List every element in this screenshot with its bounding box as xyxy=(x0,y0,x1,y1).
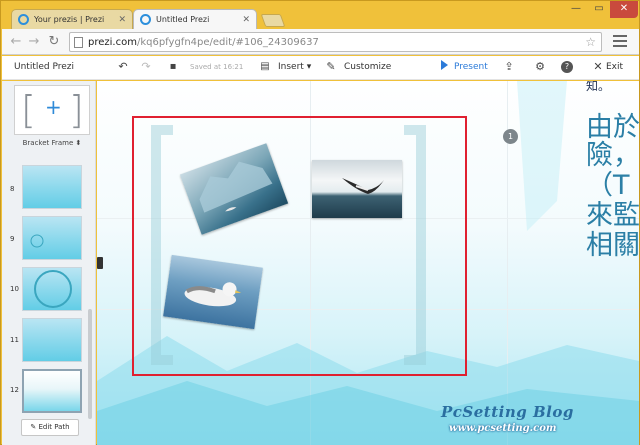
slide-thumbnail[interactable] xyxy=(22,318,82,362)
canvas-text-fragment[interactable]: 知。 xyxy=(586,81,610,99)
slide-circle-icon xyxy=(34,270,72,308)
new-tab-button[interactable] xyxy=(260,14,286,27)
prezi-favicon-icon xyxy=(140,14,151,25)
saved-status: Saved at 16:21 xyxy=(190,63,244,71)
page-icon xyxy=(74,37,83,48)
close-tab-icon[interactable]: ✕ xyxy=(118,10,126,29)
bracket-left-icon: [ xyxy=(21,88,36,132)
path-sidebar: [ + ] Bracket Frame ⬍ 8 9 10 11 12 ✎ Edi… xyxy=(2,81,96,445)
tab-label: Your prezis | Prezi xyxy=(34,15,105,24)
settings-gear-icon[interactable]: ⚙ xyxy=(533,60,547,74)
slide-number: 10 xyxy=(10,285,19,293)
canvas-text-line[interactable]: （T xyxy=(586,172,630,199)
prezi-canvas[interactable]: 1 知。 由於 險， （T 來監 相關 xyxy=(97,81,639,445)
present-button[interactable]: Present xyxy=(441,56,488,79)
prezi-toolbar: Untitled Prezi ↶ ↷ ▪ Saved at 16:21 ▤ In… xyxy=(2,56,639,80)
exit-icon[interactable]: ✕ xyxy=(591,60,605,74)
slide-number: 8 xyxy=(10,185,15,193)
highlight-rectangle xyxy=(132,116,467,376)
canvas-text-line[interactable]: 來監 xyxy=(586,202,639,229)
frame-type-preview[interactable]: [ + ] xyxy=(14,85,90,135)
close-tab-icon[interactable]: ✕ xyxy=(242,10,250,29)
slide-number: 12 xyxy=(10,386,19,394)
tab-untitled-prezi[interactable]: Untitled Prezi ✕ xyxy=(133,9,257,29)
sidebar-scrollbar[interactable] xyxy=(88,309,92,419)
slide-thumbnail[interactable] xyxy=(22,216,82,260)
bookmark-star-icon[interactable]: ☆ xyxy=(585,33,596,51)
slide-number: 9 xyxy=(10,235,15,243)
address-bar[interactable]: prezi.com/kq6pfygfn4pe/edit/#106_2430963… xyxy=(69,32,602,52)
slide-thumbnail-selected[interactable] xyxy=(22,369,82,413)
watermark: PcSetting Blog www.pcsetting.com xyxy=(441,403,574,434)
canvas-text-line[interactable]: 相關 xyxy=(586,232,639,259)
close-window-button[interactable]: ✕ xyxy=(610,1,638,18)
back-arrow-icon[interactable]: ← xyxy=(8,34,24,50)
add-frame-icon[interactable]: + xyxy=(45,97,62,117)
prezi-favicon-icon xyxy=(18,14,29,25)
watermark-url: www.pcsetting.com xyxy=(449,423,557,434)
slide-thumbnail[interactable] xyxy=(22,267,82,311)
prezi-title[interactable]: Untitled Prezi xyxy=(14,56,74,79)
path-marker[interactable]: 1 xyxy=(503,129,518,144)
url-text: prezi.com/kq6pfygfn4pe/edit/#106_2430963… xyxy=(88,37,319,48)
bracket-right-icon: ] xyxy=(69,88,84,132)
customize-button[interactable]: Customize xyxy=(344,56,391,79)
reload-icon[interactable]: ↻ xyxy=(46,34,62,50)
minimize-button[interactable]: — xyxy=(564,1,588,18)
frame-type-select[interactable]: Bracket Frame ⬍ xyxy=(14,139,90,147)
redo-icon[interactable]: ↷ xyxy=(139,60,153,74)
save-icon[interactable]: ▪ xyxy=(166,60,180,74)
tab-your-prezis[interactable]: Your prezis | Prezi ✕ xyxy=(11,9,133,29)
insert-menu[interactable]: Insert ▾ xyxy=(278,56,311,79)
tab-strip: Your prezis | Prezi ✕ Untitled Prezi ✕ —… xyxy=(1,1,640,29)
edit-path-button[interactable]: ✎ Edit Path xyxy=(21,419,79,436)
share-icon[interactable]: ⇪ xyxy=(502,60,516,74)
forward-arrow-icon[interactable]: → xyxy=(26,34,42,50)
help-icon[interactable]: ? xyxy=(561,61,573,73)
watermark-title: PcSetting Blog xyxy=(441,403,574,421)
slide-thumbnail[interactable] xyxy=(22,165,82,209)
sidebar-collapse-handle[interactable] xyxy=(97,257,103,269)
canvas-text-line[interactable]: 險， xyxy=(586,142,639,169)
exit-button[interactable]: Exit xyxy=(606,56,623,79)
slide-number: 11 xyxy=(10,336,19,344)
browser-menu-icon[interactable] xyxy=(613,35,627,49)
browser-window: Your prezis | Prezi ✕ Untitled Prezi ✕ —… xyxy=(0,0,640,445)
insert-icon: ▤ xyxy=(260,61,270,72)
play-icon xyxy=(441,60,448,70)
maximize-button[interactable]: ▭ xyxy=(587,1,611,18)
navigation-bar: ← → ↻ prezi.com/kq6pfygfn4pe/edit/#106_2… xyxy=(2,29,639,55)
brush-icon: ✎ xyxy=(326,60,336,73)
tab-label: Untitled Prezi xyxy=(156,15,210,24)
slide-circle-icon xyxy=(30,234,44,248)
canvas-text-line[interactable]: 由於 xyxy=(586,114,639,141)
undo-icon[interactable]: ↶ xyxy=(116,60,130,74)
